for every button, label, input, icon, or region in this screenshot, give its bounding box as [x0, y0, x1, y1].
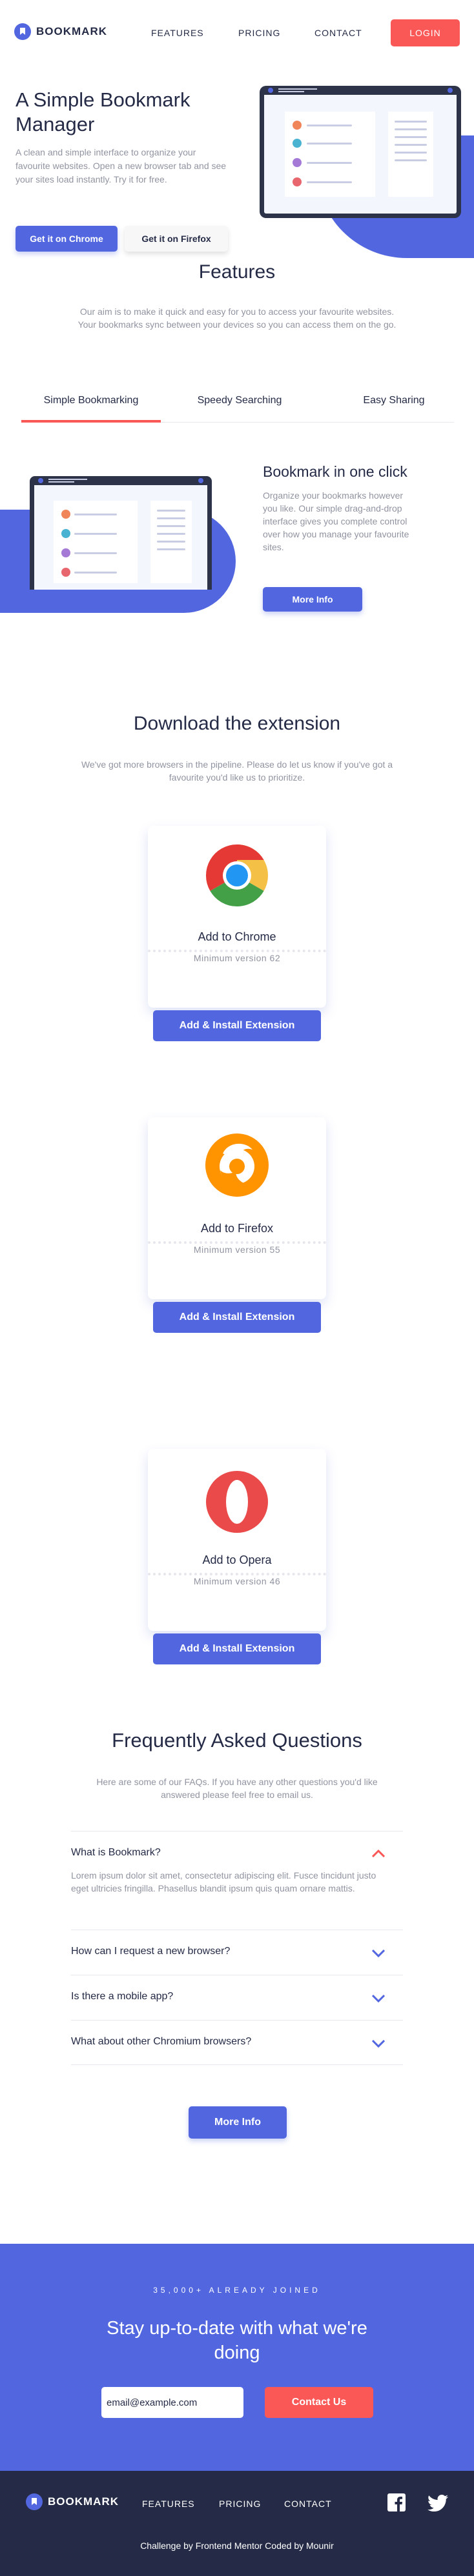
footer-logo[interactable]: BOOKMARK [26, 2493, 119, 2510]
features-text: Our aim is to make it quick and easy for… [77, 306, 397, 330]
feature-illustration [30, 476, 212, 590]
tab-simple-bookmarking[interactable]: Simple Bookmarking [21, 395, 161, 406]
illustration-window-bar [268, 88, 453, 93]
faq-question[interactable]: How can I request a new browser? [71, 1946, 230, 1957]
install-opera-button[interactable]: Add & Install Extension [153, 1633, 321, 1664]
bookmark-logo-icon [26, 2493, 43, 2510]
chrome-icon [205, 844, 269, 907]
faq-question[interactable]: What is Bookmark? [71, 1847, 161, 1859]
illustration-bookmarks-panel [285, 112, 375, 197]
facebook-icon[interactable] [387, 2493, 406, 2511]
faq-question[interactable]: Is there a mobile app? [71, 1991, 173, 2002]
tab-easy-sharing[interactable]: Easy Sharing [324, 395, 464, 406]
faq-item[interactable]: What about other Chromium browsers? [71, 2020, 403, 2065]
chevron-down-icon[interactable] [372, 2040, 385, 2048]
nav-contact-link[interactable]: CONTACT [314, 28, 362, 38]
card-name: Add to Firefox [200, 1222, 274, 1235]
twitter-icon[interactable] [428, 2495, 448, 2511]
footer-nav-pricing[interactable]: PRICING [219, 2499, 261, 2509]
faq-text: Here are some of our FAQs. If you have a… [96, 1777, 378, 1800]
footer-attribution: Challenge by Frontend Mentor Coded by Mo… [140, 2541, 334, 2551]
nav-pricing-link[interactable]: PRICING [238, 28, 280, 38]
illustration-side-panel [388, 112, 433, 197]
firefox-extension-card: Add to Firefox Minimum version 55 Add & … [148, 1117, 326, 1333]
newsletter-title: Stay up-to-date with what we're doing [107, 2318, 367, 2363]
feature-bookmarks-panel [54, 501, 138, 583]
faq-item[interactable]: How can I request a new browser? [71, 1930, 403, 1975]
firefox-icon [205, 1133, 269, 1197]
feature-side-panel [150, 501, 192, 583]
card-version: Minimum version 46 [193, 1576, 281, 1586]
card-divider [148, 950, 326, 952]
faq-item[interactable]: What is Bookmark? Lorem ipsum dolor sit … [71, 1831, 403, 1930]
card-version: Minimum version 55 [193, 1244, 281, 1255]
chevron-down-icon[interactable] [372, 1995, 385, 2002]
nav-features-link[interactable]: FEATURES [151, 28, 204, 38]
footer-nav-features[interactable]: FEATURES [142, 2499, 195, 2509]
chevron-up-icon[interactable] [372, 1850, 385, 1857]
install-chrome-button[interactable]: Add & Install Extension [153, 1010, 321, 1041]
header-logo[interactable]: BOOKMARK [14, 23, 107, 40]
login-button[interactable]: LOGIN [391, 19, 460, 46]
logo-text: BOOKMARK [36, 25, 107, 37]
active-tab-indicator [21, 420, 161, 423]
tab-speedy-searching[interactable]: Speedy Searching [170, 395, 309, 406]
card-divider [148, 1241, 326, 1244]
faq-more-info-button[interactable]: More Info [189, 2106, 287, 2139]
install-firefox-button[interactable]: Add & Install Extension [153, 1302, 321, 1333]
faq-title: Frequently Asked Questions [112, 1729, 362, 1752]
faq-answer: Lorem ipsum dolor sit amet, consectetur … [71, 1870, 376, 1893]
get-chrome-button[interactable]: Get it on Chrome [15, 226, 118, 252]
opera-icon [206, 1471, 268, 1533]
hero-illustration [260, 86, 461, 218]
feature-panel-text: Organize your bookmarks however you like… [263, 490, 409, 552]
download-title: Download the extension [133, 713, 341, 734]
footer-logo-text: BOOKMARK [48, 2495, 119, 2508]
hero-text: A clean and simple interface to organize… [15, 147, 227, 185]
newsletter-eyebrow: 35,000+ ALREADY JOINED [153, 2286, 321, 2295]
card-version: Minimum version 62 [193, 953, 281, 963]
feature-panel-title: Bookmark in one click [263, 463, 407, 480]
feature-more-info-button[interactable]: More Info [263, 587, 362, 612]
opera-extension-card: Add to Opera Minimum version 46 Add & In… [148, 1449, 326, 1664]
hero-title: A Simple Bookmark Manager [15, 88, 191, 135]
bookmark-logo-icon [14, 23, 31, 40]
features-title: Features [198, 261, 276, 283]
footer-nav-contact[interactable]: CONTACT [284, 2499, 332, 2509]
contact-us-button[interactable]: Contact Us [265, 2387, 373, 2418]
card-divider [148, 1573, 326, 1575]
chevron-down-icon[interactable] [372, 1950, 385, 1957]
faq-question[interactable]: What about other Chromium browsers? [71, 2036, 251, 2048]
feature-window-bar [38, 478, 203, 483]
get-firefox-button[interactable]: Get it on Firefox [125, 226, 228, 252]
email-field[interactable] [101, 2387, 243, 2418]
footer [0, 2471, 474, 2576]
card-name: Add to Opera [202, 1553, 272, 1566]
chrome-extension-card: Add to Chrome Minimum version 62 Add & I… [148, 826, 326, 1041]
faq-item[interactable]: Is there a mobile app? [71, 1975, 403, 2020]
card-name: Add to Chrome [198, 930, 276, 943]
download-text: We've got more browsers in the pipeline.… [81, 759, 393, 783]
